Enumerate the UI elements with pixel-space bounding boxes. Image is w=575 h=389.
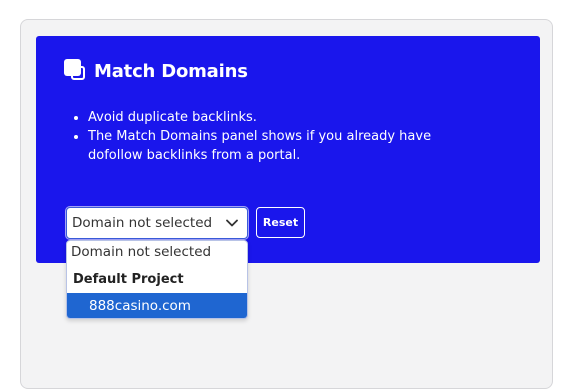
- chevron-down-icon: [225, 216, 239, 230]
- domain-select[interactable]: Domain not selected: [66, 207, 248, 239]
- dropdown-group-label: Default Project: [73, 272, 184, 287]
- reset-button[interactable]: Reset: [256, 207, 305, 238]
- panel-header: Match Domains: [64, 58, 248, 84]
- dropdown-option-none[interactable]: Domain not selected: [67, 244, 247, 260]
- info-item: Avoid duplicate backlinks.: [88, 108, 488, 127]
- info-item: The Match Domains panel shows if you alr…: [88, 127, 488, 165]
- copy-squares-icon: [64, 58, 88, 84]
- panel-title: Match Domains: [94, 60, 248, 82]
- domain-dropdown-list: Domain not selected Default Project 888c…: [66, 240, 248, 319]
- info-list: Avoid duplicate backlinks. The Match Dom…: [70, 108, 488, 165]
- domain-select-value: Domain not selected: [72, 215, 213, 231]
- dropdown-option-domain[interactable]: 888casino.com: [67, 293, 247, 318]
